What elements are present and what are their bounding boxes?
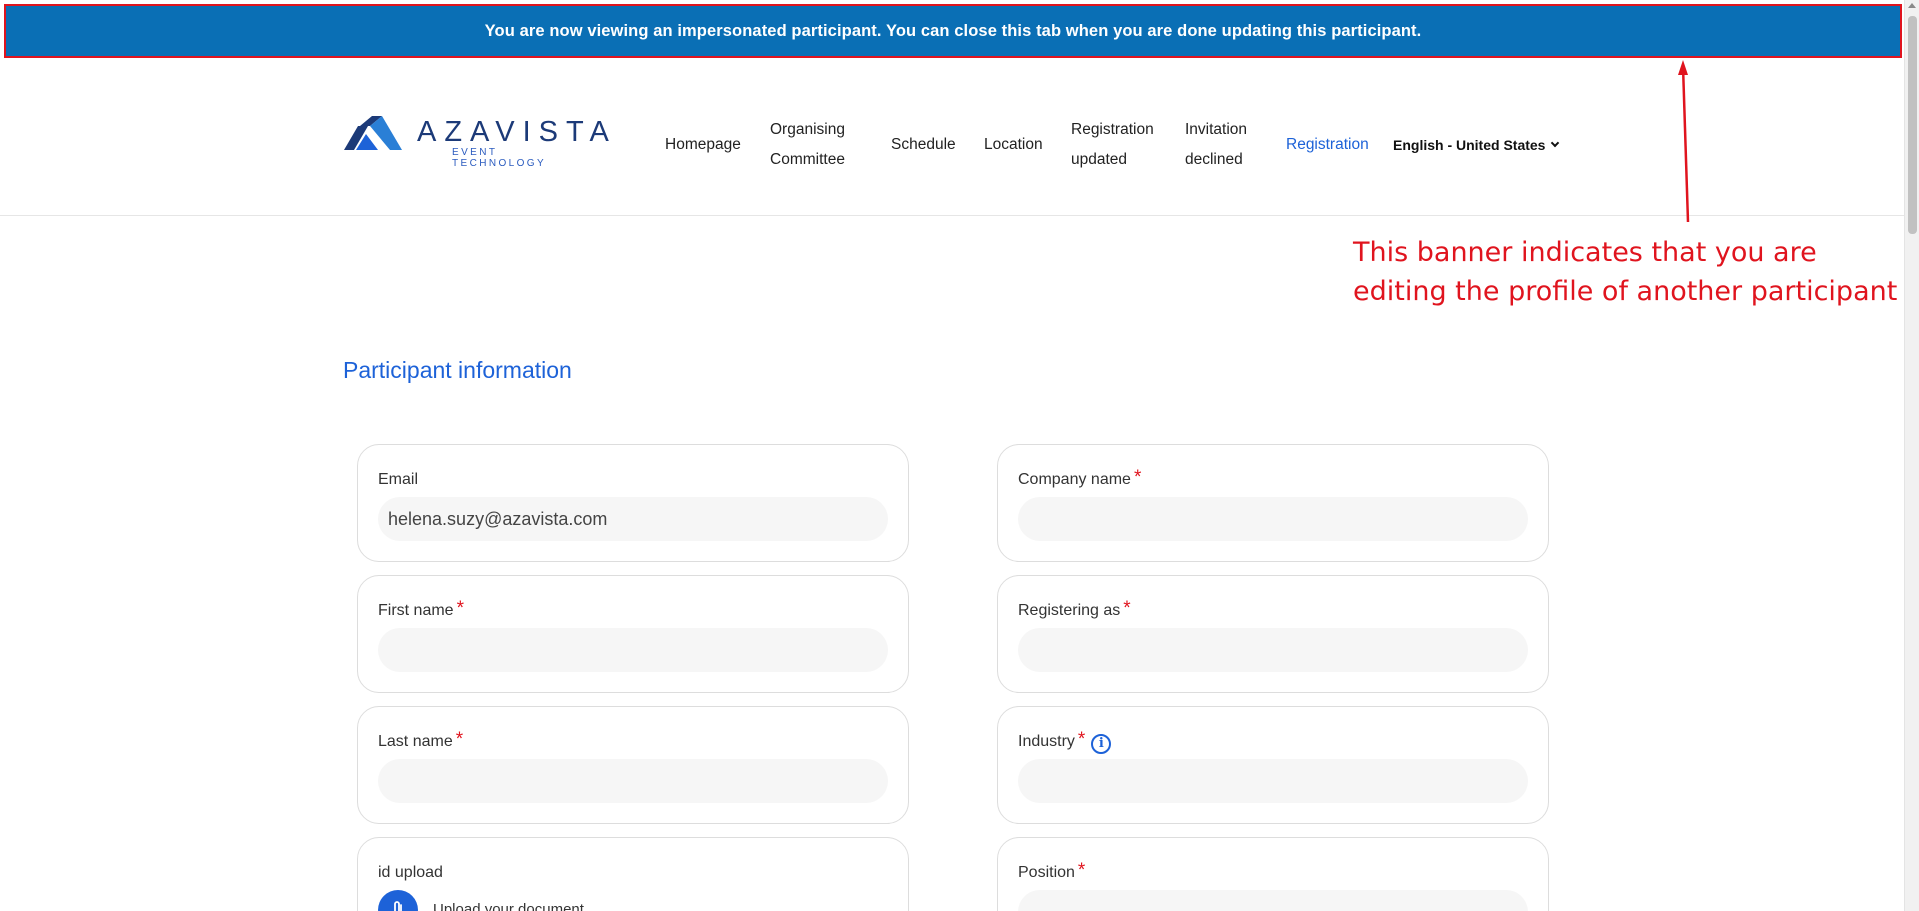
last-name-card: Last name * [357,706,909,824]
section-title: Participant information [343,357,572,383]
required-marker: * [1133,467,1142,488]
banner-text: You are now viewing an impersonated part… [484,21,1422,40]
email-label: Email [378,471,419,488]
site-header: AZAVISTA EVENT TECHNOLOGY Homepage Organ… [0,60,1904,216]
email-card: Email [357,444,909,562]
industry-card: Industry * i [997,706,1549,824]
industry-field[interactable] [1018,759,1528,803]
logo-mark-icon [344,116,402,150]
first-name-label: First name * [378,598,464,624]
id-upload-card: id upload Upload your document [357,837,909,911]
annotation-line-1: This banner indicates that you are [1353,237,1817,268]
nav-organising-committee[interactable]: Organising Committee [770,115,891,175]
paperclip-icon [394,901,402,911]
required-marker: * [455,729,464,750]
company-name-field[interactable] [1018,497,1528,541]
registering-as-label: Registering as * [1018,598,1131,624]
registering-as-label-text: Registering as [1018,602,1121,619]
required-marker: * [456,598,464,619]
industry-label-text: Industry [1018,733,1075,750]
scroll-up-arrow-icon[interactable] [1908,3,1916,8]
nav-registration-updated[interactable]: Registration updated [1071,115,1185,175]
first-name-field[interactable] [378,628,888,672]
position-label: Position * [1018,860,1085,886]
language-label: English - United States [1393,137,1546,153]
required-marker: * [1077,729,1086,750]
impersonation-banner: You are now viewing an impersonated part… [4,4,1902,58]
upload-text: Upload your document [433,901,584,911]
nav-invitation-declined[interactable]: Invitation declined [1185,115,1286,175]
azavista-logo[interactable]: AZAVISTA EVENT TECHNOLOGY [344,116,609,169]
email-field[interactable] [378,497,888,541]
main-nav: Homepage Organising Committee Schedule L… [665,110,1560,180]
position-card: Position * [997,837,1549,911]
annotation-text: This banner indicates that you are editi… [1353,233,1897,311]
nav-location[interactable]: Location [984,130,1071,160]
last-name-field[interactable] [378,759,888,803]
info-icon[interactable]: i [1091,734,1112,754]
company-name-card: Company name * [997,444,1549,562]
last-name-label: Last name * [378,729,463,755]
scroll-thumb[interactable] [1908,16,1917,234]
id-upload-label: id upload [378,864,443,881]
registering-as-field[interactable] [1018,628,1528,672]
company-name-label-text: Company name [1018,471,1131,488]
page-scrollbar[interactable] [1904,0,1919,911]
logo-subtitle: EVENT TECHNOLOGY [452,147,547,169]
required-marker: * [1123,598,1131,619]
nav-homepage[interactable]: Homepage [665,130,770,160]
registering-as-card: Registering as * [997,575,1549,693]
last-name-label-text: Last name [378,733,453,750]
logo-name: AZAVISTA [417,116,617,148]
required-marker: * [1077,860,1086,881]
annotation-line-2: editing the profile of another participa… [1353,276,1898,307]
nav-registration[interactable]: Registration [1286,130,1393,160]
upload-button[interactable] [378,890,418,911]
first-name-card: First name * [357,575,909,693]
nav-schedule[interactable]: Schedule [891,130,984,160]
position-label-text: Position [1018,864,1075,881]
chevron-down-icon [1551,138,1560,148]
company-name-label: Company name * [1018,467,1141,493]
industry-label: Industry * i [1018,729,1112,755]
first-name-label-text: First name [378,602,454,619]
position-field[interactable] [1018,890,1528,911]
language-selector[interactable]: English - United States [1393,137,1560,153]
